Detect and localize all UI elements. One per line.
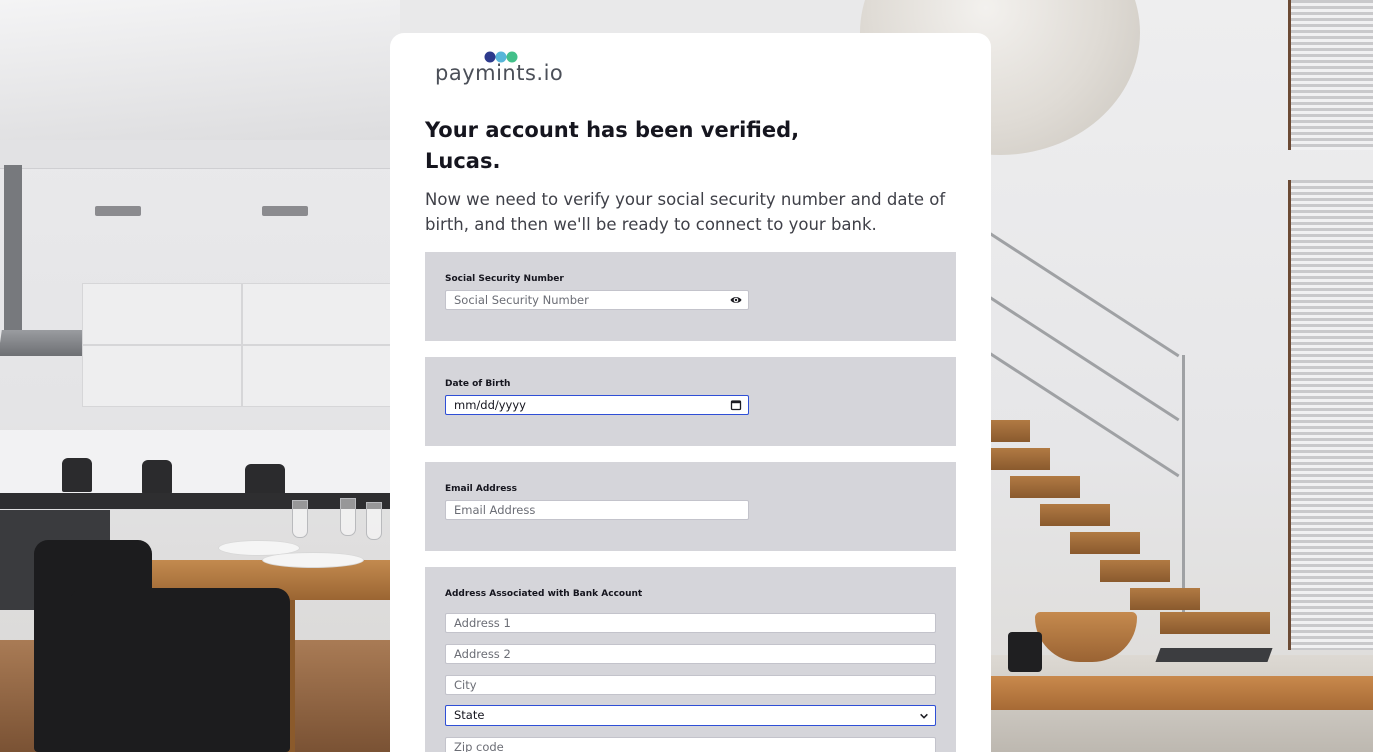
address2-placeholder: Address 2 [454,647,511,661]
city-input[interactable]: City [445,675,936,695]
address1-input[interactable]: Address 1 [445,613,936,633]
email-placeholder: Email Address [454,503,536,517]
dob-label: Date of Birth [445,379,511,389]
ceiling [0,0,400,145]
viewport: paymints.io Your account has been verifi… [0,0,1373,752]
address2-input[interactable]: Address 2 [445,644,936,664]
logo-wordmark: paymints.io [435,61,564,85]
stair-step [1160,612,1270,634]
backsplash [0,430,400,500]
stair-step [1100,560,1170,582]
ssn-input[interactable]: Social Security Number [445,290,749,310]
email-input[interactable]: Email Address [445,500,749,520]
page-title-line1: Your account has been verified, [425,118,800,142]
window-blinds [1288,0,1373,150]
upper-cabinet [242,345,402,407]
railing-post [1182,355,1185,615]
kettle [142,460,172,494]
zip-placeholder: Zip code [454,740,504,752]
address-section: Address Associated with Bank Account Add… [425,567,956,752]
upper-cabinet [82,345,242,407]
page-title: Your account has been verified, Lucas. [425,115,825,177]
chair [70,588,290,752]
range-hood-pole [4,165,22,335]
dob-placeholder: mm/dd/yyyy [454,398,526,412]
wine-glass [340,498,356,536]
stair-step [1070,532,1140,554]
email-section: Email Address Email Address [425,462,956,551]
calendar-icon[interactable] [730,399,742,411]
stair-step [990,420,1030,442]
stair-step [1010,476,1080,498]
intro-text: Now we need to verify your social securi… [425,190,946,234]
ssn-section: Social Security Number Social Security N… [425,252,956,341]
chevron-down-icon[interactable] [919,711,929,721]
state-select[interactable]: State [445,705,936,726]
stair-step [1040,504,1110,526]
ceiling-spotlight [262,206,308,216]
wine-glass [366,502,382,540]
mug [1008,632,1042,672]
book [1155,648,1273,662]
ssn-placeholder: Social Security Number [454,293,589,307]
window-blinds [1288,180,1373,650]
wine-glass [292,500,308,538]
dob-input[interactable]: mm/dd/yyyy [445,395,749,415]
address-label: Address Associated with Bank Account [445,589,643,599]
ceiling-bar [0,140,400,169]
address1-placeholder: Address 1 [454,616,511,630]
zip-input[interactable]: Zip code [445,737,936,752]
ceiling-spotlight [95,206,141,216]
state-selected-value: State [454,708,485,722]
stair-step [990,448,1050,470]
upper-cabinet [82,283,242,345]
email-label: Email Address [445,484,518,494]
ssn-label: Social Security Number [445,274,564,284]
dob-section: Date of Birth mm/dd/yyyy [425,357,956,446]
eye-icon[interactable] [730,294,742,306]
stair-step [1130,588,1200,610]
city-placeholder: City [454,678,477,692]
upper-cabinet [242,283,402,345]
page-title-line2: Lucas. [425,149,501,173]
coffee-machine [62,458,92,492]
paymints-logo[interactable]: paymints.io [435,47,565,93]
verification-card: paymints.io Your account has been verifi… [390,33,991,752]
plate [262,552,364,568]
coffee-table [990,676,1373,710]
